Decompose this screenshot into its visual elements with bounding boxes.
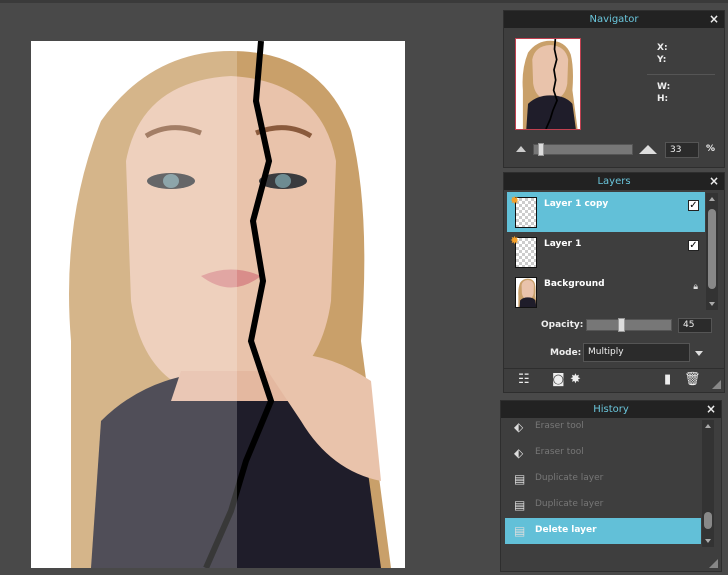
navigator-thumbnail[interactable] <box>515 38 581 130</box>
history-scrollbar[interactable] <box>702 420 714 547</box>
sliders-icon[interactable]: ☷ <box>518 373 530 387</box>
zoom-slider-handle[interactable] <box>538 143 544 156</box>
layers-close-icon[interactable]: × <box>709 174 719 188</box>
h-label: H: <box>657 94 669 104</box>
eraser-icon: ⬖ <box>514 420 524 434</box>
scroll-up-icon[interactable] <box>705 424 711 428</box>
history-panel: History × ⬖ Eraser tool ⬖ Eraser tool ▤ … <box>500 400 722 572</box>
history-item-label: Eraser tool <box>535 421 584 431</box>
resize-grip-icon[interactable] <box>709 559 718 568</box>
history-item-label: Eraser tool <box>535 447 584 457</box>
history-close-icon[interactable]: × <box>706 402 716 416</box>
opacity-label: Opacity: <box>541 320 584 330</box>
history-item[interactable]: ▤ Duplicate layer <box>505 466 701 492</box>
layer-visibility-checkbox[interactable]: ✓ <box>688 240 699 251</box>
scroll-up-icon[interactable] <box>709 197 715 201</box>
layer-name: Layer 1 <box>544 239 582 249</box>
new-layer-icon[interactable]: ▮ <box>664 373 671 387</box>
chevron-down-icon[interactable] <box>695 351 703 356</box>
mask-icon[interactable]: ◙ <box>552 373 565 387</box>
zoom-input[interactable]: 33 <box>665 142 699 158</box>
history-item-label: Duplicate layer <box>535 473 604 483</box>
trash-icon[interactable]: 🗑︎ <box>684 373 701 387</box>
resize-grip-icon[interactable] <box>712 380 721 389</box>
opacity-slider-handle[interactable] <box>618 318 625 332</box>
scroll-down-icon[interactable] <box>709 302 715 306</box>
navigator-dimensions: W: H: <box>657 81 670 105</box>
duplicate-layer-icon: ▤ <box>514 498 526 512</box>
document-canvas[interactable] <box>31 41 405 568</box>
layers-title: Layers <box>597 176 631 187</box>
layers-scrollbar-thumb[interactable] <box>708 209 716 289</box>
mode-label: Mode: <box>550 348 582 358</box>
layers-panel: Layers × ✸ Layer 1 copy ✓ ✸ Layer 1 ✓ Ba… <box>503 172 725 393</box>
navigator-header[interactable]: Navigator × <box>504 11 724 28</box>
history-item[interactable]: ⬖ Eraser tool <box>505 440 701 466</box>
y-label: Y: <box>657 55 667 65</box>
zoom-out-icon[interactable] <box>516 146 526 152</box>
history-scrollbar-thumb[interactable] <box>704 512 712 529</box>
layers-scrollbar[interactable] <box>706 193 718 310</box>
layer-visibility-checkbox[interactable]: ✓ <box>688 200 699 211</box>
navigator-coordinates: X: Y: <box>657 42 668 66</box>
layer-name: Background <box>544 279 605 289</box>
navigator-close-icon[interactable]: × <box>709 12 719 26</box>
blend-mode-select[interactable]: Multiply <box>583 343 690 362</box>
duplicate-layer-icon: ▤ <box>514 472 526 486</box>
zoom-slider[interactable] <box>533 144 633 155</box>
layers-header[interactable]: Layers × <box>504 173 724 190</box>
opacity-input[interactable]: 45 <box>678 318 712 333</box>
x-label: X: <box>657 43 668 53</box>
background-thumbnail-image <box>516 278 536 307</box>
history-item-label: Delete layer <box>535 525 597 535</box>
effects-icon[interactable]: ✸ <box>570 373 581 387</box>
canvas-image <box>31 41 405 568</box>
delete-layer-icon: ▤ <box>514 524 526 538</box>
navigator-preview-image <box>516 39 580 129</box>
zoom-unit: % <box>706 144 716 154</box>
navigator-title: Navigator <box>589 14 639 25</box>
history-item-label: Duplicate layer <box>535 499 604 509</box>
navigator-divider <box>647 74 715 75</box>
history-item[interactable]: ▤ Duplicate layer <box>505 492 701 518</box>
history-item-selected[interactable]: ▤ Delete layer <box>505 518 701 544</box>
zoom-controls: 33 % <box>514 142 719 158</box>
eraser-icon: ⬖ <box>514 446 524 460</box>
layers-toolbar: ☷ ◙ ✸ ▮ 🗑︎ <box>504 368 724 392</box>
scroll-down-icon[interactable] <box>705 539 711 543</box>
layer-name: Layer 1 copy <box>544 199 609 209</box>
opacity-slider[interactable] <box>586 319 672 331</box>
navigator-panel: Navigator × X: Y: W: H: 33 % <box>503 10 725 168</box>
canvas-workspace[interactable] <box>0 3 500 575</box>
layer-row-layer-1-copy[interactable]: ✸ Layer 1 copy ✓ <box>507 192 705 232</box>
layer-thumbnail <box>515 277 537 308</box>
layer-effect-icon: ✸ <box>510 194 520 207</box>
w-label: W: <box>657 82 671 92</box>
zoom-in-icon[interactable] <box>639 145 657 154</box>
layer-row-layer-1[interactable]: ✸ Layer 1 ✓ <box>507 232 705 272</box>
layer-effect-icon: ✸ <box>510 234 520 247</box>
lock-icon: 🔒︎ <box>693 282 698 292</box>
layer-row-background[interactable]: Background 🔒︎ <box>507 272 705 312</box>
history-item[interactable]: ⬖ Eraser tool <box>505 414 701 440</box>
